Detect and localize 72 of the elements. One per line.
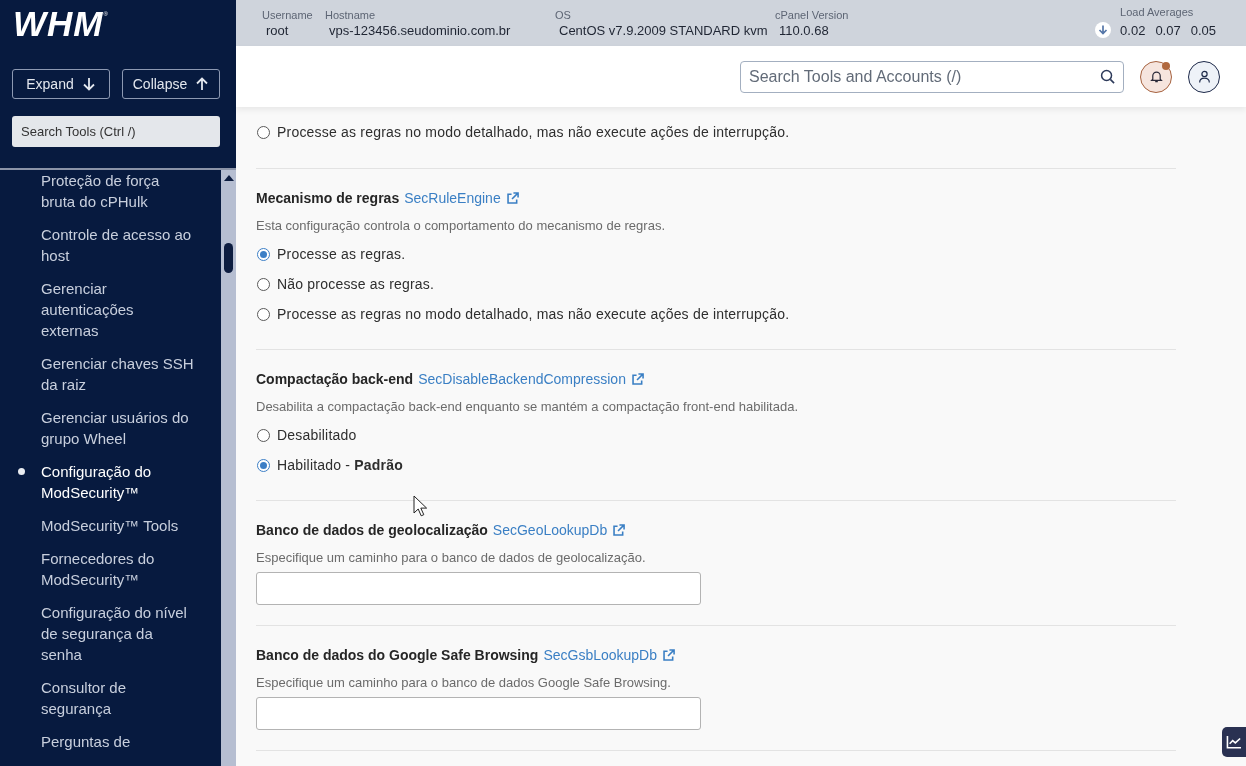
sidebar-item[interactable]: ModSecurity™ Tools — [0, 515, 221, 536]
load-average-value: 0.05 — [1190, 22, 1216, 40]
setting-title: Mecanismo de regras — [256, 190, 400, 206]
whm-logo[interactable]: WHM$^{®}$ — [9, 5, 114, 43]
load-average-value: 0.07 — [1155, 22, 1181, 40]
external-link-icon[interactable] — [612, 523, 626, 537]
directive-link[interactable]: SecGeoLookupDb — [492, 522, 608, 538]
scroll-up-icon[interactable] — [223, 175, 234, 181]
external-link-icon[interactable] — [662, 648, 675, 662]
radio-label[interactable]: Processe as regras no modo detalhado, mas não execute ações de interrupção. — [277, 124, 790, 140]
info-value: vps-123456.seudominio.com.br — [328, 22, 512, 40]
radio-label[interactable]: Processe as regras no modo detalhado, mas não execute ações de interrupção. — [277, 306, 790, 322]
info-label: Username — [262, 8, 314, 22]
load-average-value: 0.02 — [1120, 22, 1146, 40]
radio-button[interactable] — [257, 428, 270, 442]
collapse-button[interactable]: Collapse — [122, 69, 220, 99]
info-label: cPanel Version — [775, 8, 849, 22]
info-value: CentOS v7.9.2009 STANDARD kvm — [558, 22, 769, 40]
radio-button[interactable] — [257, 307, 270, 321]
radio-button[interactable] — [257, 247, 270, 261]
sidebar-item[interactable]: Gerenciar chaves SSH da raiz — [0, 353, 221, 395]
external-link-icon[interactable] — [505, 191, 519, 205]
setting-title: Banco de dados de geolocalização — [256, 522, 488, 538]
radio-label[interactable]: Habilitado - Padrão — [277, 457, 403, 473]
active-dot-icon — [18, 468, 25, 475]
setting-description: Desabilita a compactação back-end enquanto se mantém a compactação front-end habilitada. — [256, 398, 799, 416]
search-icon[interactable] — [1100, 68, 1115, 84]
path-input-field[interactable] — [256, 572, 701, 605]
sidebar-item[interactable]: Gerenciar usuários do grupo Wheel — [0, 407, 221, 449]
line-chart-icon — [1226, 735, 1242, 749]
user-icon — [1197, 70, 1211, 83]
arrow-up-icon — [195, 77, 210, 91]
directive-link[interactable]: SecGsbLookupDb — [543, 647, 657, 663]
sidebar-item[interactable]: Perguntas de — [0, 731, 221, 752]
setting-title: Banco de dados do Google Safe Browsing — [256, 647, 539, 663]
search-field[interactable]: Search Tools and Accounts (/) — [740, 60, 1124, 93]
sidebar-item[interactable]: Proteção de força bruta do cPHulk — [0, 170, 221, 212]
sidebar-item[interactable]: Gerenciar autenticações externas — [0, 278, 221, 341]
notifications-button[interactable] — [1140, 60, 1172, 93]
setting-description: Especifique um caminho para o banco de dados Google Safe Browsing. — [256, 674, 672, 692]
sidebar-scrollbar[interactable] — [221, 170, 236, 766]
radio-label[interactable]: Não processe as regras. — [277, 276, 435, 292]
sidebar-item[interactable]: Configuração do nível de segurança da senha — [0, 602, 221, 665]
directive-link[interactable]: SecDisableBackendCompression — [418, 371, 626, 387]
external-link-icon[interactable] — [630, 372, 644, 386]
sidebar-item[interactable]: Fornecedores do ModSecurity™ — [0, 548, 221, 590]
search-tools-field[interactable]: Search Tools (Ctrl /) — [12, 116, 220, 147]
setting-title: Compactação back-end — [256, 371, 414, 387]
radio-label[interactable]: Desabilitado — [277, 427, 357, 443]
sidebar-item[interactable]: Configuração do ModSecurity™ — [0, 461, 221, 503]
setting-description: Esta configuração controla o comportamento do mecanismo de regras. — [256, 217, 666, 235]
info-value: 110.0.68 — [778, 22, 830, 40]
chart-button[interactable] — [1222, 727, 1246, 757]
expand-button[interactable]: Expand — [12, 69, 110, 99]
bell-icon — [1149, 70, 1163, 83]
radio-label[interactable]: Processe as regras. — [277, 246, 406, 262]
directive-link[interactable]: SecRuleEngine — [404, 190, 501, 206]
info-value: root — [265, 22, 290, 40]
setting-description: Especifique um caminho para o banco de dados de geolocalização. — [256, 549, 647, 567]
arrow-down-icon — [81, 77, 96, 91]
sidebar-item[interactable]: Controle de acesso ao host — [0, 224, 221, 266]
mouse-cursor-icon — [413, 495, 427, 517]
path-input-field[interactable] — [256, 697, 701, 730]
info-label: Hostname — [325, 8, 377, 22]
radio-button[interactable] — [257, 458, 270, 472]
scrollbar-thumb[interactable] — [224, 243, 233, 273]
radio-button[interactable] — [257, 125, 270, 139]
load-averages-label: Load Averages — [1120, 5, 1195, 19]
info-label: OS — [555, 8, 572, 22]
radio-button[interactable] — [257, 277, 270, 291]
account-button[interactable] — [1188, 60, 1220, 93]
sidebar-item[interactable]: Consultor de segurança — [0, 677, 221, 719]
